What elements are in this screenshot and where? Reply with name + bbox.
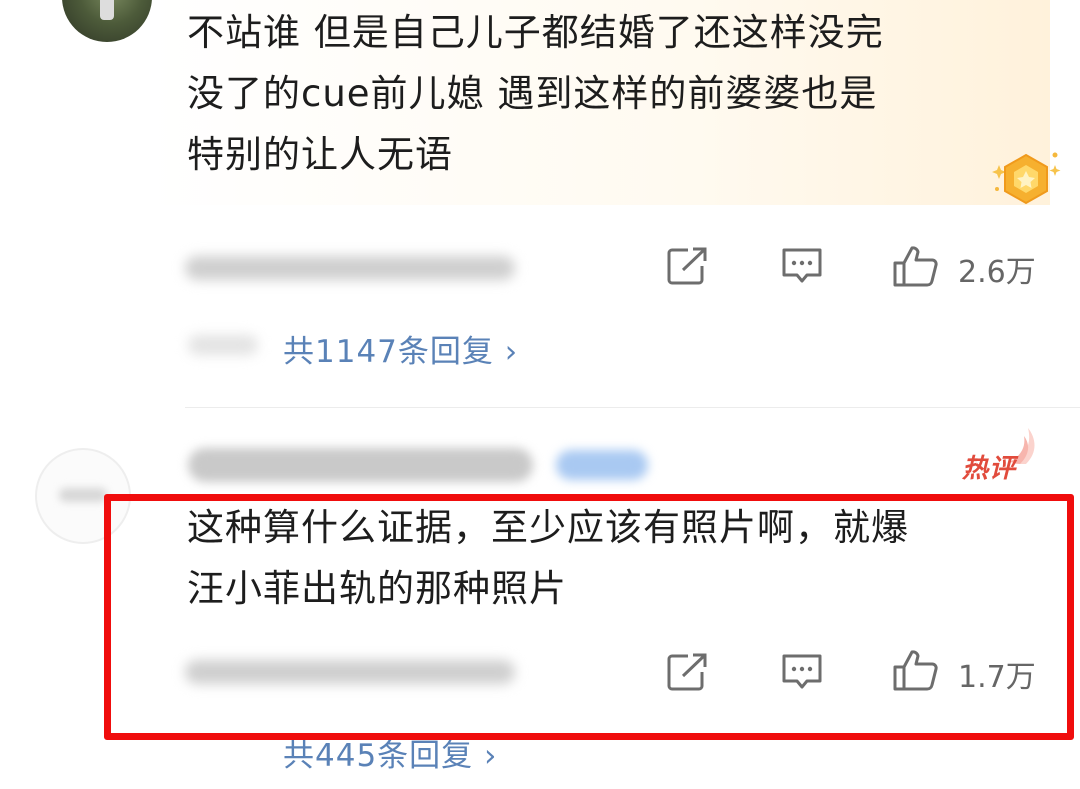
thumbs-up-icon[interactable]	[892, 648, 940, 692]
comment-line: 这种算什么证据，至少应该有照片啊，就爆	[187, 506, 909, 549]
meta-info-blurred	[185, 660, 515, 684]
divider	[185, 407, 1080, 408]
comment-text: 不站谁 但是自己儿子都结婚了还这样没完 没了的cue前儿媳 遇到这样的前婆婆也是…	[187, 2, 1007, 185]
username-blurred[interactable]	[188, 448, 533, 482]
star-medal-icon	[992, 152, 1061, 205]
comment-text: 这种算什么证据，至少应该有照片啊，就爆 汪小菲出轨的那种照片	[187, 497, 1047, 619]
avatar[interactable]	[62, 0, 152, 42]
like-count: 2.6万	[958, 255, 1036, 290]
thumbs-up-icon[interactable]	[892, 244, 940, 288]
vip-badge-blurred	[556, 450, 648, 480]
hot-comment-badge: 热评	[962, 454, 1017, 484]
like-count: 1.7万	[958, 660, 1036, 695]
view-replies-link[interactable]: 共1147条回复 ›	[283, 326, 518, 371]
comment-line: 不站谁 但是自己儿子都结婚了还这样没完	[187, 11, 884, 54]
comment-icon[interactable]	[780, 246, 824, 286]
avatar[interactable]	[35, 448, 131, 544]
reply-avatars-blurred	[188, 335, 258, 355]
meta-info-blurred	[185, 256, 515, 280]
comment-line: 汪小菲出轨的那种照片	[187, 567, 567, 610]
share-icon[interactable]	[666, 246, 710, 286]
comment-line: 没了的cue前儿媳 遇到这样的前婆婆也是	[187, 72, 878, 115]
share-icon[interactable]	[666, 652, 710, 692]
view-replies-link[interactable]: 共445条回复 ›	[283, 730, 497, 775]
comment-icon[interactable]	[780, 652, 824, 692]
comment-line: 特别的让人无语	[187, 133, 453, 176]
